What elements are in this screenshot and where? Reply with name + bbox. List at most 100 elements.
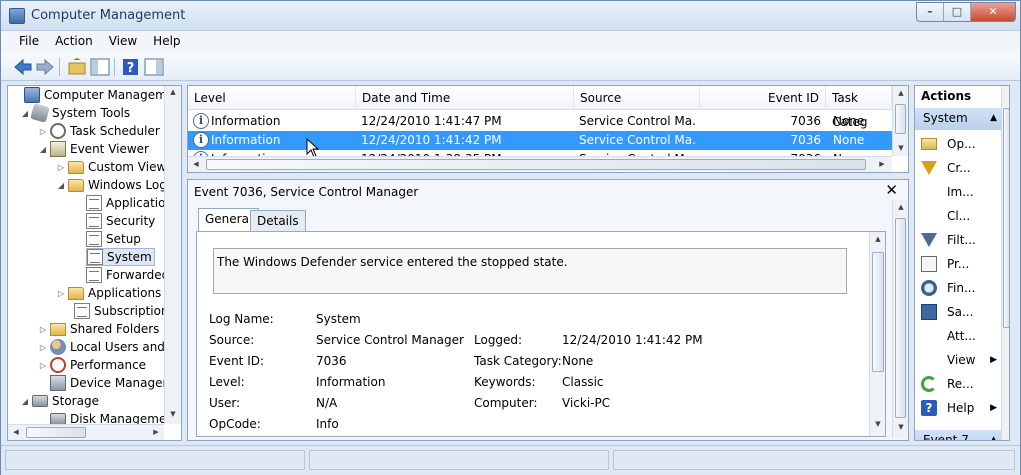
details-close-icon[interactable]: ✕ <box>885 181 898 199</box>
tree-item-local-users-and-groups[interactable]: ▷ Local Users and G <box>38 338 178 356</box>
tree-item-device-manager[interactable]: Device Manager <box>50 374 167 392</box>
collapse-arrow-icon[interactable]: ◢ <box>38 145 48 154</box>
scroll-up-arrow-icon[interactable]: ▲ <box>165 88 181 96</box>
scroll-right-arrow-icon[interactable]: ▶ <box>874 160 890 168</box>
scroll-up-arrow-icon[interactable]: ▲ <box>870 235 885 243</box>
tree-item-label: Subscriptions <box>94 304 175 318</box>
tree-item-task-scheduler[interactable]: ▷ Task Scheduler <box>38 122 160 140</box>
tab-details[interactable]: Details <box>250 210 306 232</box>
expand-arrow-icon[interactable]: ▷ <box>38 361 48 370</box>
collapse-arrow-icon[interactable]: ◢ <box>20 397 30 406</box>
scroll-right-arrow-icon[interactable]: ▶ <box>148 428 164 436</box>
action-open-saved-log[interactable]: Op... <box>915 132 1001 156</box>
actions-vertical-scrollbar[interactable] <box>1001 86 1009 440</box>
tree-item-custom-views[interactable]: ▷ Custom Views <box>56 158 173 176</box>
menu-bar: File Action View Help <box>1 31 1020 53</box>
open-icon <box>921 138 937 150</box>
expand-arrow-icon[interactable]: ▷ <box>38 325 48 334</box>
scrollbar-thumb[interactable] <box>206 159 866 170</box>
scroll-up-arrow-icon[interactable]: ▲ <box>893 203 908 211</box>
title-bar[interactable]: Computer Management – □ ✕ <box>1 1 1020 31</box>
expand-arrow-icon[interactable]: ▷ <box>38 127 48 136</box>
tree-item-subscriptions[interactable]: Subscriptions <box>74 302 175 320</box>
action-find[interactable]: Fin... <box>915 276 1001 300</box>
column-header-date-and-time[interactable]: Date and Time <box>356 86 574 110</box>
tree-item-forwarded[interactable]: Forwarded <box>86 266 169 284</box>
tree-item-security[interactable]: Security <box>86 212 155 230</box>
expand-arrow-icon[interactable]: ▷ <box>56 289 66 298</box>
tree-item-shared-folders[interactable]: ▷ Shared Folders <box>38 320 159 338</box>
action-create-custom-view[interactable]: Cr... <box>915 156 1001 180</box>
tree-horizontal-scrollbar[interactable]: ◀ ▶ <box>8 424 164 440</box>
scrollbar-thumb[interactable] <box>872 252 884 372</box>
forward-arrow-icon[interactable] <box>35 58 55 76</box>
tree-item-application[interactable]: Application <box>86 194 173 212</box>
minimize-button[interactable]: – <box>917 3 944 21</box>
scroll-down-arrow-icon[interactable]: ▼ <box>165 410 181 418</box>
scrollbar-thumb[interactable] <box>895 218 906 418</box>
column-header-event-id[interactable]: Event ID <box>700 86 826 110</box>
table-row[interactable]: i Information 12/24/2010 1:41:47 PM Serv… <box>188 112 892 131</box>
list-horizontal-scrollbar[interactable]: ◀ ▶ <box>188 156 892 172</box>
show-hide-console-tree-icon[interactable] <box>90 58 110 76</box>
tree-vertical-scrollbar[interactable]: ▲ ▼ <box>164 86 181 424</box>
general-tab-content: The Windows Defender service entered the… <box>196 231 886 437</box>
tree-item-performance[interactable]: ▷ Performance <box>38 356 146 374</box>
details-vertical-scrollbar[interactable]: ▲ ▼ <box>892 200 908 438</box>
action-clear-log[interactable]: Cl... <box>915 204 1001 228</box>
action-help[interactable]: ? Help ▶ <box>915 396 1001 420</box>
expand-arrow-icon[interactable]: ▷ <box>56 163 66 172</box>
action-properties[interactable]: Pr... <box>915 252 1001 276</box>
list-vertical-scrollbar[interactable]: ▲ ▼ <box>892 86 908 156</box>
tree-item-system-tools[interactable]: ◢ System Tools <box>20 103 130 123</box>
list-header: Level Date and Time Source Event ID Task… <box>188 86 892 129</box>
expand-arrow-icon[interactable]: ▷ <box>38 343 48 352</box>
tree-item-system[interactable]: System <box>86 248 155 266</box>
maximize-button[interactable]: □ <box>944 3 971 21</box>
table-row-selected[interactable]: i Information 12/24/2010 1:41:42 PM Serv… <box>188 131 892 150</box>
back-arrow-icon[interactable] <box>13 58 33 76</box>
scroll-left-arrow-icon[interactable]: ◀ <box>8 428 24 436</box>
menu-action[interactable]: Action <box>47 31 101 53</box>
action-label: View <box>947 353 976 367</box>
scroll-up-arrow-icon[interactable]: ▲ <box>893 89 908 97</box>
collapse-arrow-icon[interactable]: ◢ <box>20 109 30 118</box>
details-inner-scrollbar[interactable]: ▲ ▼ <box>869 232 885 436</box>
collapse-arrow-icon[interactable]: ▲ <box>990 435 997 440</box>
column-header-source[interactable]: Source <box>574 86 700 110</box>
tree-item-storage[interactable]: ◢ Storage <box>20 392 99 410</box>
scroll-down-arrow-icon[interactable]: ▼ <box>893 423 908 431</box>
scrollbar-thumb[interactable] <box>26 427 86 438</box>
close-button[interactable]: ✕ <box>971 3 1015 21</box>
action-attach-task[interactable]: Att... <box>915 324 1001 348</box>
action-view[interactable]: View ▶ <box>915 348 1001 372</box>
action-import-custom-view[interactable]: Im... <box>915 180 1001 204</box>
scrollbar-thumb[interactable] <box>895 104 906 134</box>
action-filter-current-log[interactable]: Filt... <box>915 228 1001 252</box>
tree-item-applications[interactable]: ▷ Applications <box>56 284 161 302</box>
scroll-down-arrow-icon[interactable]: ▼ <box>870 420 885 428</box>
mouse-cursor-icon <box>306 138 320 158</box>
collapse-arrow-icon[interactable]: ▲ <box>990 113 997 123</box>
tree-item-event-viewer[interactable]: ◢ Event Viewer <box>38 140 149 158</box>
help-icon[interactable]: ? <box>121 58 141 76</box>
action-save-all-events[interactable]: Sa... <box>915 300 1001 324</box>
column-header-level[interactable]: Level <box>188 86 356 110</box>
tree-item-windows-logs[interactable]: ◢ Windows Logs <box>56 176 173 194</box>
actions-section-system[interactable]: System ▲ <box>915 108 1001 130</box>
collapse-arrow-icon[interactable]: ◢ <box>56 181 66 190</box>
up-folder-icon[interactable] <box>67 58 87 76</box>
scroll-down-arrow-icon[interactable]: ▼ <box>893 144 908 152</box>
scroll-left-arrow-icon[interactable]: ◀ <box>188 160 204 168</box>
show-hide-action-pane-icon[interactable] <box>144 58 164 76</box>
action-refresh[interactable]: Re... <box>915 372 1001 396</box>
tree-item-setup[interactable]: Setup <box>86 230 141 248</box>
column-header-task-category[interactable]: Task Categ <box>826 86 892 129</box>
actions-section-event[interactable]: Event 7... ▲ <box>915 430 1001 440</box>
menu-view[interactable]: View <box>101 31 145 53</box>
menu-file[interactable]: File <box>11 31 47 53</box>
menu-help[interactable]: Help <box>145 31 188 53</box>
tree-item-computer-management[interactable]: Computer Management <box>12 86 182 104</box>
tree-item-label: Computer Management <box>44 88 182 102</box>
scrollbar-thumb[interactable] <box>1003 108 1009 328</box>
